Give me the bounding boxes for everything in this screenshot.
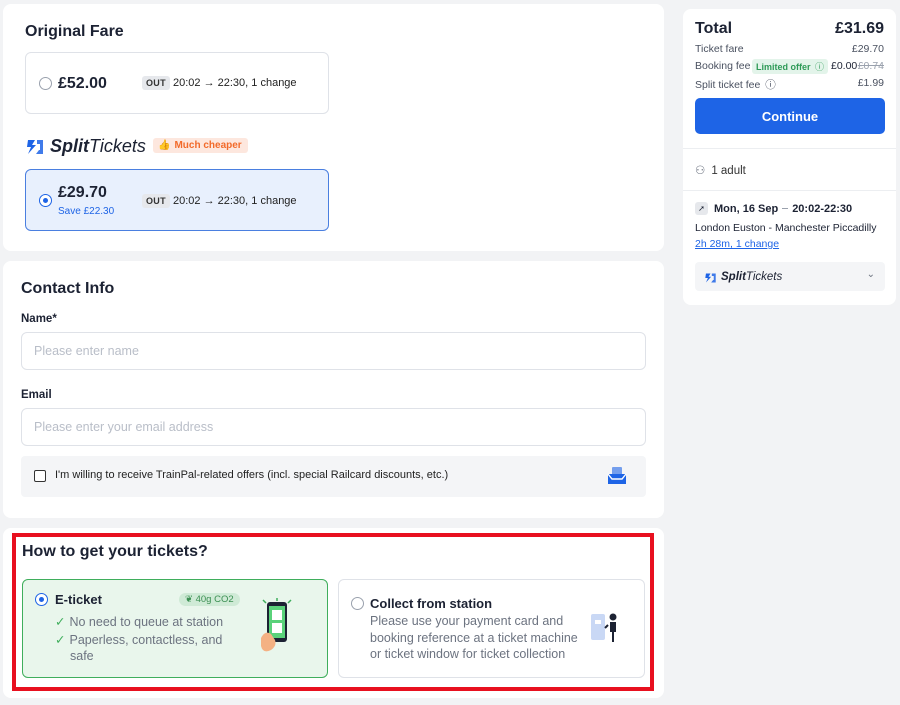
offers-text: I'm willing to receive TrainPal-related … (55, 469, 449, 481)
split-tickets-icon (25, 138, 45, 156)
out-tag: OUT (142, 76, 170, 90)
name-label: Name* (21, 313, 57, 325)
name-input[interactable]: Please enter name (21, 332, 646, 370)
eticket-point-2: ✓ Paperless, contactless, and safe (55, 633, 223, 663)
thumbs-up-icon: 👍 (158, 140, 171, 151)
collect-radio[interactable] (351, 597, 364, 610)
check-icon: ✓ (55, 615, 66, 629)
split-fare-save: Save £22.30 (58, 206, 115, 217)
split-brand-light: Tickets (745, 270, 783, 283)
divider (683, 190, 896, 191)
split-fee-label: Split ticket fee (695, 79, 761, 91)
check-icon: ✓ (55, 633, 66, 647)
info-icon: ⓘ (765, 79, 776, 91)
trip-route: London Euston - Manchester Piccadilly (695, 222, 877, 234)
split-fare-times: 20:02 → 22:30, 1 change (173, 195, 297, 207)
split-fee-row: Split ticket fee ⓘ (695, 77, 776, 92)
delivery-title: How to get your tickets? (22, 543, 208, 560)
original-fare-title: Original Fare (25, 23, 124, 40)
split-brand-bold: Split (721, 270, 746, 283)
split-tickets-accordion[interactable]: Split Tickets ⌄ (695, 262, 885, 291)
offers-checkbox[interactable] (34, 470, 46, 482)
eticket-radio[interactable] (35, 593, 48, 606)
split-fare-radio[interactable] (39, 194, 52, 207)
inbox-icon (606, 465, 628, 492)
original-fare-price: £52.00 (58, 75, 107, 92)
split-tickets-logo: Split Tickets (25, 136, 146, 157)
contact-card: Contact Info Name* Please enter name Ema… (3, 261, 664, 518)
booking-fee-value: £0.00 (831, 60, 858, 72)
total-value: £31.69 (835, 20, 884, 37)
original-fare-times: 20:02 → 22:30, 1 change (173, 77, 297, 89)
eticket-title: E-ticket (55, 592, 102, 607)
trip-date: Mon, 16 Sep (714, 202, 779, 215)
collect-description: Please use your payment card and booking… (370, 614, 578, 661)
split-tickets-icon (704, 271, 717, 283)
limited-offer-badge: Limited offer ⓘ (752, 59, 829, 74)
split-fare-price: £29.70 (58, 184, 107, 201)
collect-option[interactable]: Collect from station Please use your pay… (338, 579, 645, 678)
ticket-fare-label: Ticket fare (695, 43, 744, 55)
duration-link[interactable]: 2h 28m, 1 change (695, 238, 779, 250)
offers-optin-row: I'm willing to receive TrainPal-related … (21, 456, 646, 497)
original-fare-option[interactable]: £52.00 OUT 20:02 → 22:30, 1 change (25, 52, 329, 114)
much-cheaper-label: Much cheaper (174, 140, 242, 151)
contact-title: Contact Info (21, 280, 115, 297)
passengers-row: ⚇ 1 adult (695, 165, 746, 177)
train-icon: ➚ (695, 202, 708, 215)
chevron-down-icon[interactable]: ⌄ (867, 269, 875, 280)
split-tickets-brand-bold: Split (50, 136, 89, 156)
divider (683, 148, 896, 149)
fare-card: Original Fare £52.00 OUT 20:02 → 22:30, … (3, 4, 664, 251)
split-fare-option[interactable]: £29.70 Save £22.30 OUT 20:02 → 22:30, 1 … (25, 169, 329, 231)
ticket-machine-icon (589, 610, 623, 649)
eticket-option[interactable]: E-ticket ❦ 40g CO2 ✓ No need to queue at … (22, 579, 328, 678)
much-cheaper-badge: 👍 Much cheaper (153, 138, 248, 153)
co2-badge: ❦ 40g CO2 (179, 593, 240, 606)
split-tickets-brand-light: Tickets (89, 136, 146, 156)
ticket-fare-value: £29.70 (851, 43, 884, 55)
out-tag: OUT (142, 194, 170, 208)
co2-label: 40g CO2 (195, 594, 234, 605)
original-fare-radio[interactable] (39, 77, 52, 90)
booking-fee-label: Booking fee (695, 60, 751, 72)
collect-title: Collect from station (370, 596, 493, 611)
trip-header: ➚ Mon, 16 Sep 20:02-22:30 (695, 202, 852, 215)
booking-fee-old: £0.74 (857, 60, 884, 72)
leaf-icon: ❦ (185, 594, 193, 605)
info-icon: ⓘ (815, 62, 825, 72)
email-input[interactable]: Please enter your email address (21, 408, 646, 446)
total-label: Total (695, 20, 733, 37)
phone-hand-icon (257, 598, 297, 663)
email-label: Email (21, 389, 52, 401)
trip-time-range: 20:02-22:30 (792, 202, 853, 215)
continue-button[interactable]: Continue (695, 98, 885, 134)
split-fee-value: £1.99 (857, 77, 884, 89)
eticket-point-1: ✓ No need to queue at station (55, 615, 224, 629)
summary-panel: Total £31.69 Ticket fare £29.70 Booking … (683, 9, 896, 305)
person-icon: ⚇ (695, 165, 706, 177)
